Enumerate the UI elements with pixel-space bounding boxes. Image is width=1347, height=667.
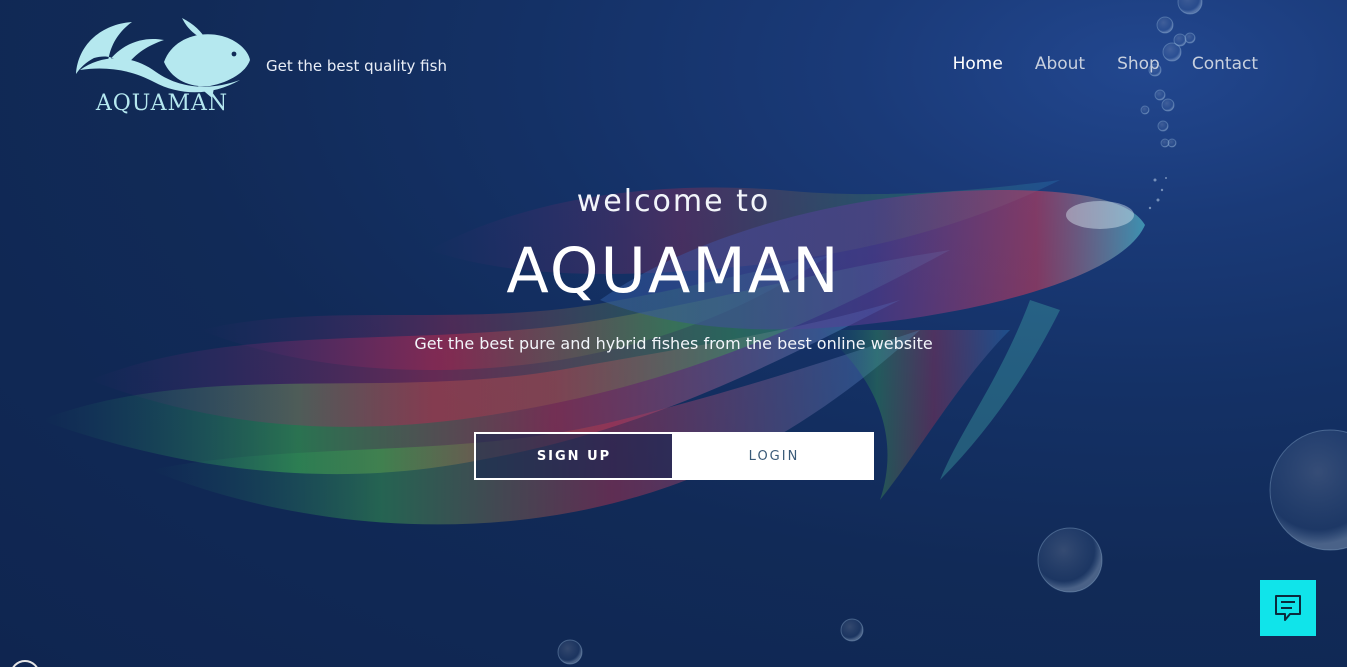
signup-button[interactable]: SIGN UP — [474, 432, 674, 480]
nav-item-about[interactable]: About — [1035, 54, 1085, 74]
hero-pre-title: welcome to — [576, 184, 771, 219]
hero-title: AQUAMAN — [506, 234, 841, 307]
main-nav: Home About Shop Contact — [953, 54, 1258, 74]
chat-icon — [1275, 595, 1301, 621]
nav-item-contact[interactable]: Contact — [1192, 54, 1258, 74]
login-button[interactable]: LOGIN — [674, 432, 874, 480]
logo-text: AQUAMAN — [95, 91, 228, 116]
nav-item-shop[interactable]: Shop — [1117, 54, 1160, 74]
fish-icon — [76, 18, 250, 98]
hero-buttons: SIGN UP LOGIN — [474, 432, 874, 480]
tagline: Get the best quality fish — [266, 57, 447, 75]
chat-button[interactable] — [1260, 580, 1316, 636]
brand-logo[interactable]: AQUAMAN — [72, 14, 252, 118]
nav-item-home[interactable]: Home — [953, 54, 1003, 74]
hero-subtitle: Get the best pure and hybrid fishes from… — [414, 334, 933, 353]
